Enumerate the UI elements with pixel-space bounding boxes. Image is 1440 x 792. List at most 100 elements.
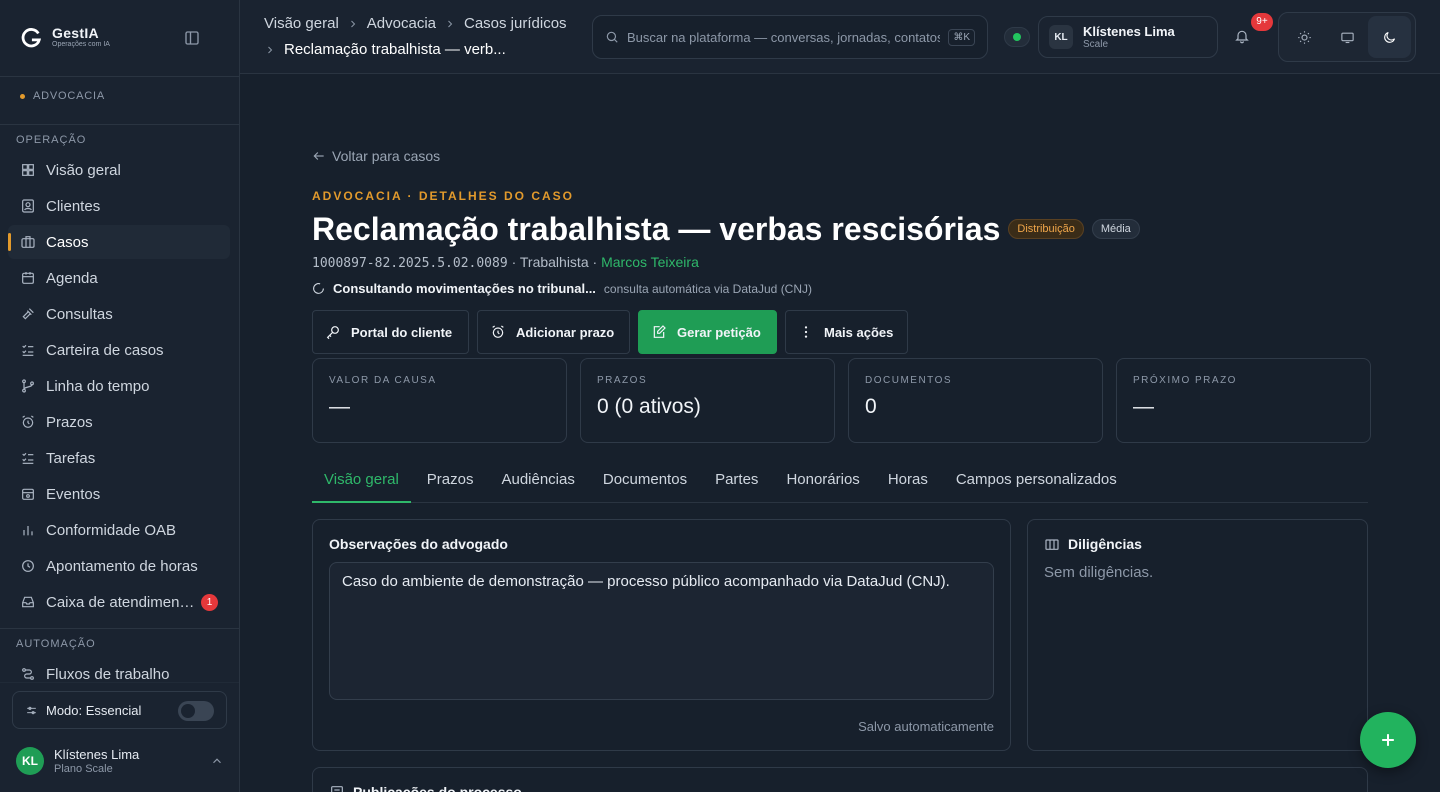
- stats-row: VALOR DA CAUSA — PRAZOS 0 (0 ativos) DOC…: [312, 358, 1371, 443]
- panel-title: Diligências: [1044, 536, 1351, 552]
- tab-audiencias[interactable]: Audiências: [489, 460, 586, 503]
- plus-icon: [1382, 734, 1394, 746]
- chevron-right-icon: [268, 46, 273, 54]
- tab-honorarios[interactable]: Honorários: [774, 460, 871, 503]
- arrow-left-icon: [313, 152, 324, 160]
- contact-icon: [22, 199, 34, 213]
- sidebar-item-label: Consultas: [46, 305, 113, 323]
- sidebar-item-visao-geral[interactable]: Visão geral: [8, 153, 230, 187]
- stat-label: PRAZOS: [597, 375, 648, 386]
- theme-light-button[interactable]: [1283, 16, 1326, 58]
- theme-system-button[interactable]: [1326, 16, 1369, 58]
- sidebar-item-conformidade[interactable]: Conformidade OAB: [8, 513, 230, 547]
- panel-title: Publicações do processo: [329, 784, 1351, 792]
- logo-icon: [21, 27, 42, 47]
- status-indicator[interactable]: [1004, 27, 1030, 47]
- client-portal-button[interactable]: Portal do cliente: [312, 310, 469, 354]
- sun-icon: [1298, 30, 1311, 44]
- sidebar-item-label: Visão geral: [46, 161, 121, 179]
- button-label: Gerar petição: [677, 324, 761, 340]
- sidebar-item-prazos[interactable]: Prazos: [8, 405, 230, 439]
- sidebar-item-label: Linha do tempo: [46, 377, 150, 395]
- unread-badge: 1: [201, 594, 218, 611]
- theme-switcher: [1278, 12, 1416, 62]
- sidebar-item-caixa[interactable]: Caixa de atendimen… 1: [8, 585, 230, 619]
- sidebar-item-agenda[interactable]: Agenda: [8, 261, 230, 295]
- add-deadline-button[interactable]: Adicionar prazo: [477, 310, 630, 354]
- sidebar-collapse-icon[interactable]: [183, 29, 201, 47]
- grid-icon: [22, 164, 34, 176]
- calendar-event-icon: [22, 488, 34, 500]
- sidebar-item-linha-do-tempo[interactable]: Linha do tempo: [8, 369, 230, 403]
- more-actions-button[interactable]: Mais ações: [785, 310, 908, 354]
- search-input[interactable]: [627, 29, 941, 45]
- mode-toggle[interactable]: [178, 701, 214, 721]
- chevron-right-icon: [448, 20, 453, 28]
- tab-documentos[interactable]: Documentos: [591, 460, 699, 503]
- meta-separator: ·: [511, 254, 520, 270]
- sidebar-item-fluxos[interactable]: Fluxos de trabalho: [8, 657, 230, 691]
- clock-icon: [22, 560, 34, 572]
- stat-card: PRAZOS 0 (0 ativos): [580, 358, 835, 443]
- stat-value: —: [329, 395, 350, 418]
- lawyer-link[interactable]: Marcos Teixeira: [601, 254, 699, 270]
- user-menu[interactable]: KL Klístenes Lima Plano Scale: [16, 744, 228, 778]
- create-fab-button[interactable]: [1360, 712, 1416, 768]
- sidebar-item-label: Apontamento de horas: [46, 557, 198, 575]
- sidebar-item-apontamento[interactable]: Apontamento de horas: [8, 549, 230, 583]
- practice-area[interactable]: ADVOCACIA: [20, 90, 105, 102]
- action-bar: Portal do cliente Adicionar prazo Gerar …: [312, 310, 908, 354]
- bell-icon[interactable]: [1234, 28, 1250, 44]
- key-icon: [326, 326, 339, 340]
- sidebar-item-carteira[interactable]: Carteira de casos: [8, 333, 230, 367]
- sidebar-item-tarefas[interactable]: Tarefas: [8, 441, 230, 475]
- tab-visao-geral[interactable]: Visão geral: [312, 460, 411, 503]
- brand-logo[interactable]: GestIA Operações com IA: [20, 26, 110, 49]
- tab-horas[interactable]: Horas: [876, 460, 940, 503]
- mode-switch[interactable]: Modo: Essencial: [12, 691, 227, 729]
- button-label: Adicionar prazo: [516, 324, 615, 340]
- meta-separator: ·: [592, 254, 602, 270]
- sidebar-item-casos[interactable]: Casos: [8, 225, 230, 259]
- edit-document-icon: [653, 325, 666, 338]
- stat-card: DOCUMENTOS 0: [848, 358, 1103, 443]
- avatar: KL: [16, 747, 44, 775]
- page-title: Reclamação trabalhista — verbas rescisór…: [312, 210, 1001, 247]
- theme-dark-button[interactable]: [1368, 16, 1412, 58]
- breadcrumb-link[interactable]: Visão geral: [264, 14, 339, 34]
- sidebar-item-clientes[interactable]: Clientes: [8, 189, 230, 223]
- sidebar-item-label: Agenda: [46, 269, 98, 287]
- brand-name: GestIA: [52, 25, 99, 41]
- breadcrumb-link[interactable]: Casos jurídicos: [464, 14, 567, 34]
- back-link[interactable]: Voltar para casos: [312, 148, 440, 164]
- sidebar-item-label: Fluxos de trabalho: [46, 665, 170, 683]
- global-search[interactable]: ⌘K: [592, 15, 988, 59]
- page-eyebrow: ADVOCACIA · DETALHES DO CASO: [312, 189, 575, 203]
- stat-card: VALOR DA CAUSA —: [312, 358, 567, 443]
- sidebar-item-eventos[interactable]: Eventos: [8, 477, 230, 511]
- sync-status: Consultando movimentações no tribunal...…: [312, 281, 812, 296]
- tab-prazos[interactable]: Prazos: [415, 460, 486, 503]
- status-badge: Distribuição: [1008, 219, 1084, 239]
- divider: [0, 628, 239, 629]
- tab-partes[interactable]: Partes: [703, 460, 770, 503]
- more-vertical-icon: [804, 326, 808, 338]
- tab-campos-personalizados[interactable]: Campos personalizados: [944, 460, 1129, 503]
- sidebar-item-consultas[interactable]: Consultas: [8, 297, 230, 331]
- list-check-icon: [22, 452, 34, 464]
- back-label: Voltar para casos: [332, 148, 441, 164]
- building-icon: [1045, 539, 1059, 550]
- gavel-icon: [22, 308, 34, 320]
- panel-title-label: Publicações do processo: [353, 784, 522, 792]
- breadcrumb-current: Reclamação trabalhista — verb...: [284, 41, 506, 58]
- list-check-icon: [22, 344, 34, 356]
- account-switcher[interactable]: KL Klístenes Lima Scale: [1038, 16, 1218, 58]
- stat-value: 0: [865, 395, 877, 418]
- breadcrumb-link[interactable]: Advocacia: [367, 14, 436, 34]
- divider: [0, 682, 239, 683]
- bar-chart-icon: [23, 526, 33, 536]
- notes-textarea[interactable]: Caso do ambiente de demonstração — proce…: [329, 562, 994, 700]
- generate-petition-button[interactable]: Gerar petição: [638, 310, 777, 354]
- button-label: Portal do cliente: [351, 324, 453, 340]
- stat-value: 0 (0 ativos): [597, 395, 701, 418]
